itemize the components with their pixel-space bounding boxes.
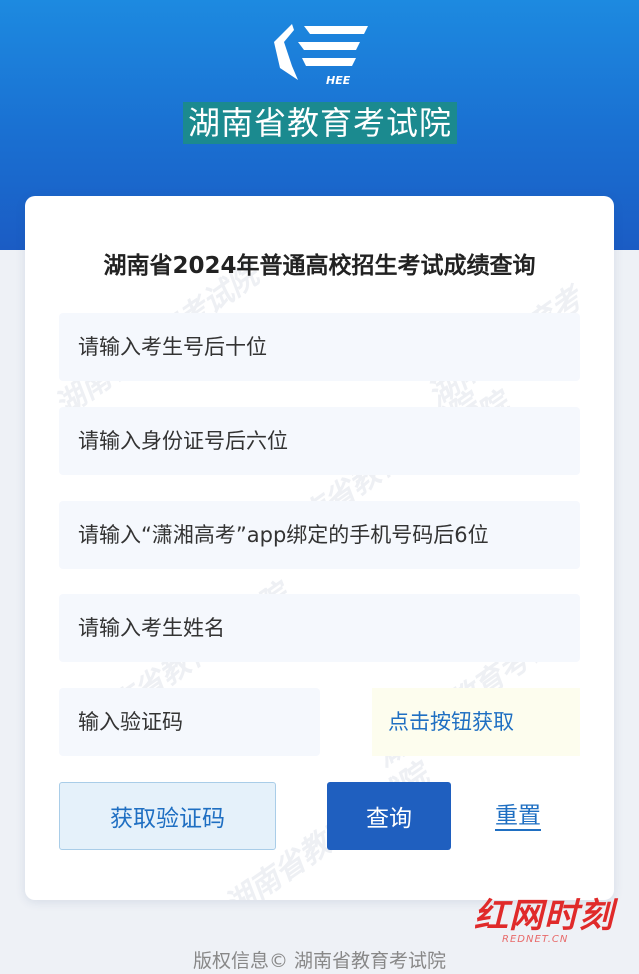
brand-sub: REDNET.CN [502, 934, 569, 945]
exam-institute-logo-icon: HEE [274, 24, 368, 87]
captcha-image-area[interactable]: 点击按钮获取 [372, 688, 580, 756]
org-title: 湖南省教育考试院 [183, 102, 457, 144]
get-captcha-button[interactable]: 获取验证码 [59, 782, 276, 850]
name-input[interactable] [59, 594, 580, 662]
exam-number-input[interactable] [59, 313, 580, 381]
captcha-input[interactable] [59, 688, 320, 756]
phone-input[interactable] [59, 501, 580, 569]
brand-name: 红网时刻 [474, 896, 614, 936]
query-button[interactable]: 查询 [327, 782, 451, 850]
copyright-footer: 版权信息© 湖南省教育考试院 [192, 950, 447, 972]
rednet-logo: 红网时刻 REDNET.CN [474, 896, 614, 950]
logo-text: HEE [326, 74, 351, 87]
id-card-input[interactable] [59, 407, 580, 475]
page-title: 湖南省2024年普通高校招生考试成绩查询 [103, 253, 536, 279]
reset-link[interactable]: 重置 [495, 796, 541, 836]
query-card: 湖南省教育考试院 湖南省教育考试院 湖南省教育考试院 湖南省教育考试院 湖南省教… [25, 196, 614, 900]
